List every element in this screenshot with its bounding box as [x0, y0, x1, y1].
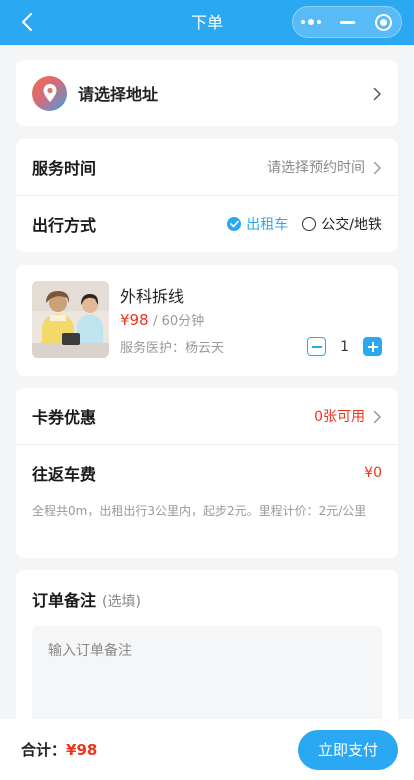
service-image [32, 281, 109, 358]
chevron-right-icon [373, 160, 382, 175]
quantity-value: 1 [340, 338, 349, 355]
fee-card: 卡券优惠 0张可用 往返车费 ¥0 全程共0m，出租出行3公里内，起步2元。里程… [16, 388, 398, 558]
service-duration: / 60分钟 [153, 314, 205, 329]
service-time-label: 服务时间 [32, 159, 97, 178]
transport-row: 出行方式 出租车 公交/地铁 [16, 196, 398, 252]
close-target-icon [374, 13, 392, 31]
fare-label: 往返车费 [32, 465, 97, 484]
close-button[interactable] [365, 7, 401, 37]
address-card[interactable]: 请选择地址 [16, 60, 398, 126]
chevron-right-icon [373, 86, 382, 101]
fare-note: 全程共0m，出租出行3公里内，起步2元。里程计价：2元/公里 [32, 504, 367, 518]
price-line: ¥98 / 60分钟 [120, 310, 204, 329]
fare-row: 往返车费 ¥0 [16, 445, 398, 501]
service-price: ¥98 [120, 311, 149, 329]
transport-option-taxi[interactable]: 出租车 [227, 214, 288, 234]
radio-unchecked-icon [302, 217, 317, 231]
address-placeholder: 请选择地址 [78, 85, 159, 104]
transport-radio-group: 出租车 公交/地铁 [227, 214, 382, 234]
remark-optional-hint: (选填) [102, 594, 141, 610]
decrease-button[interactable] [307, 337, 327, 356]
service-doctor: 服务医护：杨云天 [120, 341, 225, 356]
total-label: 合计： [21, 741, 67, 759]
pay-now-button[interactable]: 立即支付 [298, 729, 398, 770]
bottom-bar: 合计：¥98 立即支付 [0, 719, 414, 780]
transport-option-label: 公交/地铁 [321, 217, 382, 233]
location-pin-icon [32, 75, 67, 111]
more-button[interactable] [293, 7, 329, 37]
mini-program-capsule [292, 6, 402, 38]
service-time-row[interactable]: 服务时间 请选择预约时间 [16, 139, 398, 195]
plus-icon [367, 341, 378, 352]
quantity-stepper: 1 [307, 337, 382, 356]
chevron-right-icon [373, 409, 382, 424]
radio-checked-icon [227, 217, 242, 231]
minus-icon [311, 345, 322, 348]
total-price: 合计：¥98 [21, 739, 97, 760]
coupon-count: 0张可用 [314, 409, 365, 425]
total-amount: ¥98 [66, 741, 98, 759]
transport-option-label: 出租车 [246, 217, 289, 233]
minimize-button[interactable] [329, 7, 365, 37]
navigation-bar: 下单 [0, 0, 414, 45]
coupon-row[interactable]: 卡券优惠 0张可用 [16, 388, 398, 444]
service-name: 外科拆线 [120, 287, 185, 306]
service-item-card: 外科拆线 ¥98 / 60分钟 服务医护：杨云天 1 [16, 265, 398, 376]
transport-label: 出行方式 [32, 216, 97, 235]
service-options-card: 服务时间 请选择预约时间 出行方式 出租车 公交/地铁 [16, 139, 398, 252]
minimize-icon [339, 20, 355, 24]
remark-label: 订单备注 [32, 591, 97, 610]
more-dots-icon [301, 19, 321, 25]
transport-option-bus-subway[interactable]: 公交/地铁 [302, 214, 382, 234]
increase-button[interactable] [363, 337, 382, 356]
coupon-label: 卡券优惠 [32, 408, 97, 427]
fare-value: ¥0 [364, 465, 382, 481]
service-time-placeholder: 请选择预约时间 [267, 160, 365, 176]
